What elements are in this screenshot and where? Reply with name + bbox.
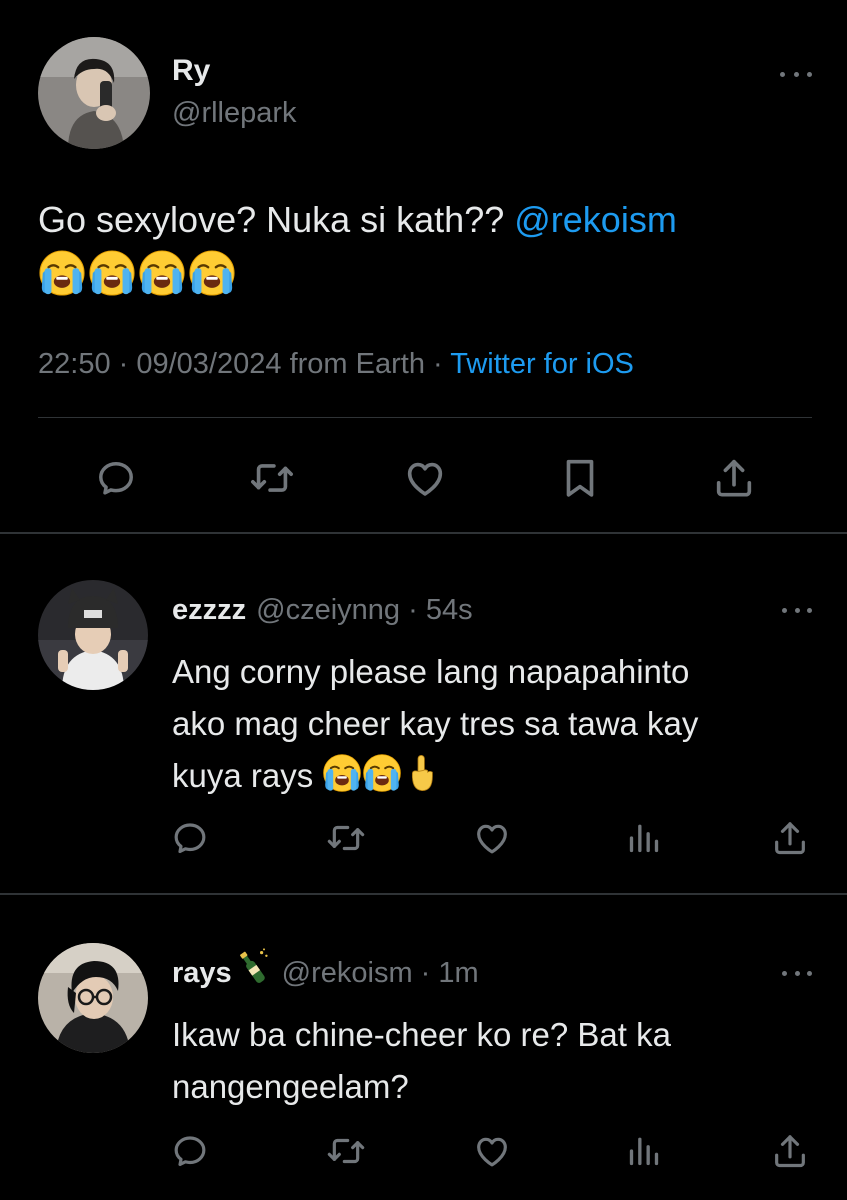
retweet-button[interactable]	[246, 452, 298, 504]
more-dot-icon	[807, 970, 812, 976]
views-button[interactable]	[622, 1129, 666, 1173]
share-button[interactable]	[708, 452, 760, 504]
tweet-text-line: Ikaw ba chine-cheer ko re? Bat ka	[172, 1016, 671, 1053]
index-pointing-up-icon	[402, 753, 442, 793]
retweet-icon	[326, 1131, 366, 1171]
views-button[interactable]	[622, 816, 666, 860]
heart-icon	[472, 818, 512, 858]
reply-header: rays @rekoism · 1m	[172, 957, 479, 990]
reply-icon	[170, 1131, 210, 1171]
meta-separator: ·	[424, 348, 451, 380]
loudly-crying-face-icon	[362, 753, 402, 793]
share-icon	[770, 1131, 810, 1171]
more-dot-icon	[794, 970, 800, 976]
loudly-crying-face-icon	[38, 249, 86, 297]
views-chart-icon	[624, 1131, 664, 1171]
share-icon	[711, 455, 757, 501]
avatar-photo	[38, 943, 148, 1053]
more-dot-icon	[807, 607, 812, 613]
views-chart-icon	[624, 818, 664, 858]
more-dot-icon	[782, 607, 787, 613]
tweet-text-line: Ang corny please lang napapahinto	[172, 653, 690, 690]
more-dot-icon	[780, 71, 785, 77]
reply-button[interactable]	[168, 1129, 212, 1173]
more-dot-icon	[793, 71, 799, 77]
display-name[interactable]: Ry	[172, 54, 210, 88]
avatar-photo	[38, 37, 150, 149]
retweet-icon	[326, 818, 366, 858]
loudly-crying-face-icon	[188, 249, 236, 297]
display-name[interactable]: rays	[172, 957, 232, 990]
retweet-button[interactable]	[324, 816, 368, 860]
bookmark-button[interactable]	[554, 452, 606, 504]
tweet-meta: 22:50 · 09/03/2024 from Earth · Twitter …	[38, 348, 634, 381]
display-name[interactable]: ezzzz	[172, 594, 246, 627]
reply-icon	[170, 818, 210, 858]
tweet-text-line: nangengeelam?	[172, 1068, 409, 1105]
tweet-text-line: kuya rays	[172, 750, 812, 802]
retweet-button[interactable]	[324, 1129, 368, 1173]
retweet-icon	[249, 455, 295, 501]
more-dot-icon	[794, 607, 800, 613]
more-dot-icon	[807, 71, 812, 77]
tweet-time[interactable]: 54s	[426, 594, 473, 627]
mention-link[interactable]: @rekoism	[514, 199, 677, 240]
bookmark-icon	[557, 455, 603, 501]
share-button[interactable]	[768, 816, 812, 860]
tweet-emojis	[38, 249, 236, 297]
main-tweet: Ry @rllepark Go sexylove? Nuka si kath??…	[0, 0, 847, 533]
user-handle[interactable]: @czeiynng	[256, 594, 400, 627]
champagne-bottle-icon	[232, 947, 272, 987]
tweet-time[interactable]: 22:50	[38, 348, 111, 380]
meta-separator: ·	[412, 957, 439, 989]
more-dot-icon	[782, 970, 787, 976]
user-handle[interactable]: @rekoism	[282, 957, 413, 990]
tweet-text: Go sexylove? Nuka si kath?? @rekoism	[38, 193, 677, 247]
like-button[interactable]	[470, 1129, 514, 1173]
loudly-crying-face-icon	[88, 249, 136, 297]
tweet-source-link[interactable]: Twitter for iOS	[450, 348, 634, 380]
tweet-text: Ikaw ba chine-cheer ko re? Bat ka nangen…	[172, 1009, 812, 1113]
tweet-text: Ang corny please lang napapahinto ako ma…	[172, 646, 812, 802]
tweet-text-line: ako mag cheer kay tres sa tawa kay	[172, 705, 699, 742]
loudly-crying-face-icon	[322, 753, 362, 793]
heart-icon	[402, 455, 448, 501]
like-button[interactable]	[470, 816, 514, 860]
reply-button[interactable]	[168, 816, 212, 860]
reply-button[interactable]	[90, 452, 142, 504]
avatar[interactable]	[38, 580, 148, 690]
meta-separator: ·	[110, 348, 137, 380]
more-options-button[interactable]	[782, 600, 812, 620]
share-button[interactable]	[768, 1129, 812, 1173]
reply-tweet[interactable]: ezzzz @czeiynng · 54s Ang corny please l…	[0, 534, 847, 892]
reply-header: ezzzz @czeiynng · 54s	[172, 594, 473, 627]
meta-separator: ·	[400, 594, 426, 626]
user-handle[interactable]: @rllepark	[172, 97, 297, 130]
action-bar	[0, 440, 847, 516]
tweet-text-fragment: kuya rays	[172, 757, 323, 794]
reply-tweet[interactable]: rays @rekoism · 1m Ikaw ba chine-cheer k…	[0, 895, 847, 1200]
tweet-time[interactable]: 1m	[438, 957, 478, 990]
tweet-body: Go sexylove? Nuka si kath??	[38, 199, 515, 240]
more-options-button[interactable]	[780, 64, 812, 84]
action-bar	[0, 1129, 847, 1179]
action-bar	[0, 816, 847, 866]
reply-icon	[94, 456, 138, 500]
like-button[interactable]	[399, 452, 451, 504]
tweet-date[interactable]: 09/03/2024	[136, 348, 281, 380]
avatar[interactable]	[38, 943, 148, 1053]
loudly-crying-face-icon	[138, 249, 186, 297]
divider	[38, 417, 812, 418]
share-icon	[770, 818, 810, 858]
heart-icon	[472, 1131, 512, 1171]
more-options-button[interactable]	[782, 963, 812, 983]
tweet-location: from Earth	[281, 348, 425, 380]
avatar-photo	[38, 580, 148, 690]
avatar[interactable]	[38, 37, 150, 149]
